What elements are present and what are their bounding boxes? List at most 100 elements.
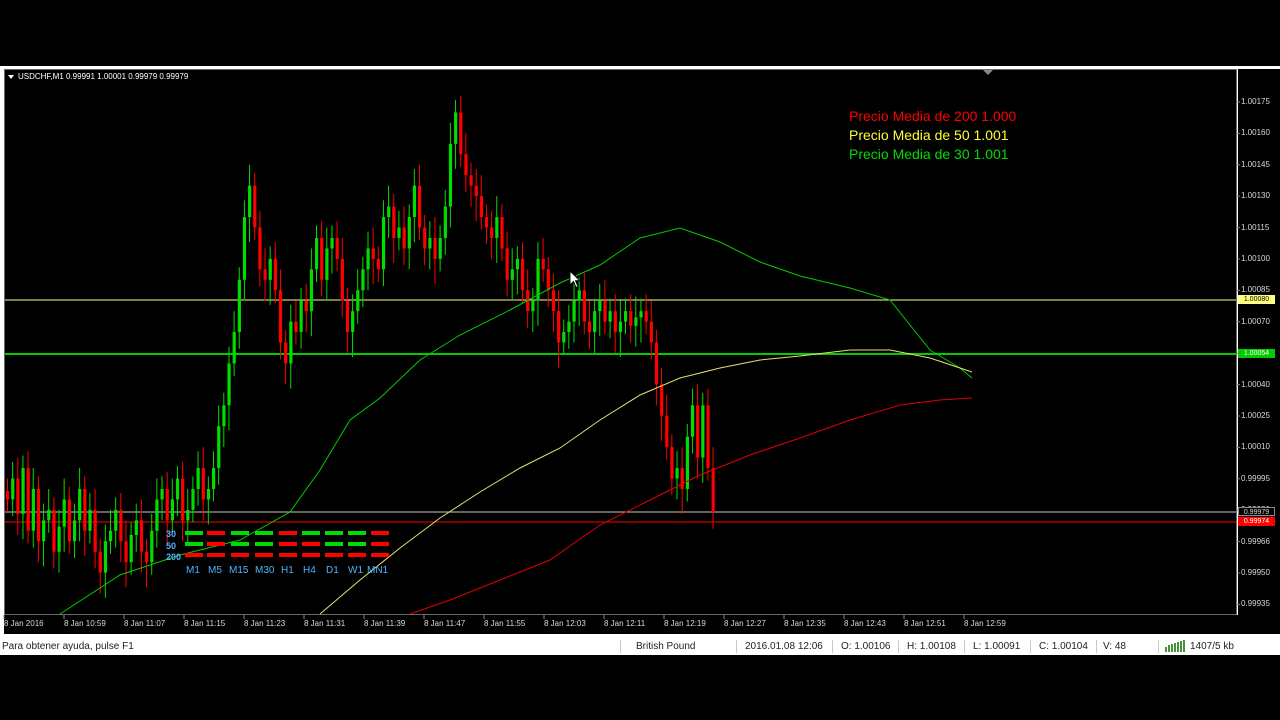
candle-bear [345,300,350,333]
time-axis-label: 8 Jan 12:11 [604,619,646,628]
ma-trend-dash [302,531,320,535]
candle-bull [170,499,174,521]
candle-bear [253,185,257,228]
ma-trend-dash [302,542,320,546]
price-axis-label: 1.00010 [1241,442,1270,452]
status-profile[interactable]: British Pound [636,641,695,652]
legend-ma30: Precio Media de 30 1.001 [849,146,1009,162]
time-axis-label: 8 Jan 11:31 [304,619,346,628]
status-traffic: 1407/5 kb [1190,641,1234,652]
price-axis-label: 1.00145 [1241,159,1270,169]
status-separator [1030,640,1031,653]
candle-bull [150,530,154,563]
candle-bull [562,332,566,343]
candle-bull [448,143,453,207]
time-axis-label: 8 Jan 12:59 [964,619,1006,628]
status-volume: V: 48 [1103,641,1126,652]
candle-bear [649,321,653,343]
ma-trend-dash [207,542,225,546]
price-axis-label: 0.99950 [1241,568,1270,577]
price-axis-label: 0.99995 [1241,473,1270,483]
ma-trend-dash [325,553,343,557]
symbol-info-text: USDCHF,M1 0.99991 1.00001 0.99979 0.9997… [18,72,189,81]
legend-ma50: Precio Media de 50 1.001 [849,127,1009,143]
candle-bull [443,206,447,238]
candle-bear [340,258,344,301]
candle-bull [315,237,319,270]
price-axis-label: 0.99966 [1241,536,1270,546]
status-open: O: 1.00106 [841,641,891,652]
candle-bull [618,321,623,333]
candle-bear [711,468,715,512]
price-axis-label: 0.99935 [1241,599,1270,609]
candle-bull [299,300,303,333]
candle-bear [16,478,20,515]
time-axis-label: 8 Jan 11:39 [364,619,406,628]
candle-bear [629,311,633,326]
candle-bull [608,311,612,322]
status-datetime: 2016.01.08 12:06 [745,641,823,652]
candle-bull [47,509,51,521]
connection-bars-icon [1164,640,1186,655]
candle-bear [294,321,298,333]
candle-bear [490,227,494,238]
time-axis-label: 8 Jan 12:35 [784,619,826,628]
tf-m30[interactable]: M30 [255,565,274,576]
candle-bear [165,488,169,521]
status-bar: Para obtener ayuda, pulse F1 British Pou… [0,638,1280,655]
candle-bull [577,290,581,301]
candle-bull [11,478,15,500]
candle-bull [237,279,241,333]
candle-bull [114,509,118,531]
candle-bear [433,237,437,259]
ma-label-30: 30 [166,529,177,539]
ma-trend-dash [279,553,297,557]
candle-bull [412,185,417,218]
candle-bull [78,488,82,521]
candle-bear [36,488,41,542]
time-axis-label: 8 Jan 11:55 [484,619,526,628]
legend-ma200: Precio Media de 200 1.000 [849,108,1017,124]
dropdown-triangle-icon[interactable] [8,74,14,79]
tf-d1[interactable]: D1 [326,565,339,576]
candle-bull [428,237,432,249]
ma-trend-dash [371,553,389,557]
tf-h4[interactable]: H4 [303,565,316,576]
price-axis-label: 1.00160 [1241,128,1270,138]
ma-trend-dash [348,542,366,546]
price-axis-label: 1.00070 [1241,316,1270,326]
ma-trend-dash [348,553,366,557]
candle-bear [459,112,463,155]
time-axis-label: 8 Jan 11:07 [124,619,166,628]
candle-bear [402,227,406,249]
candle-bear [660,384,664,416]
tf-mn1[interactable]: MN1 [367,565,388,576]
price-tag-red-line: 0.99974 [1238,517,1275,526]
candle-bull [515,258,520,270]
time-axis-label: 8 Jan 12:19 [664,619,706,628]
candle-bull [690,405,695,437]
candle-bull [495,217,499,238]
candle-bear [680,468,684,489]
status-separator [832,640,833,653]
tf-m5[interactable]: M5 [208,565,222,576]
candle-bear [484,217,489,228]
tf-m1[interactable]: M1 [186,565,200,576]
tf-w1[interactable]: W1 [348,565,363,576]
ma-trend-dash [371,531,389,535]
tf-h1[interactable]: H1 [281,565,294,576]
candle-bear [696,405,700,458]
ma-trend-dash [279,542,297,546]
candle-bull [268,258,272,280]
time-axis-label: 8 Jan 11:47 [424,619,466,628]
candle-bear [6,491,10,500]
ma-trend-dash [231,531,249,535]
tf-m15[interactable]: M15 [229,565,248,576]
candle-bull [134,520,138,535]
candle-bull [109,530,113,542]
ma-trend-dash [255,531,273,535]
ma-trend-dash [255,553,273,557]
candle-bull [325,248,329,280]
price-axis-label: 1.00115 [1241,222,1270,232]
candle-bull [88,509,92,531]
